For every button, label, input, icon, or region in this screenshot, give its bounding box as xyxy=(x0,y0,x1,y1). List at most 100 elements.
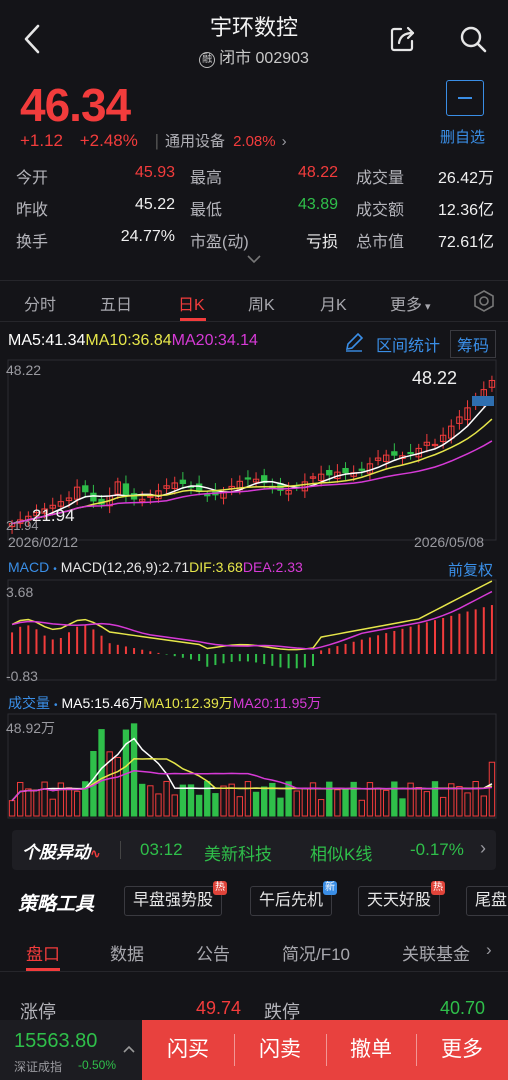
volume-bar xyxy=(33,789,40,817)
stock-alert-bar[interactable]: 个股异动∿ 03:12 美新科技 相似K线 -0.17% › xyxy=(12,830,496,870)
pencil-icon[interactable] xyxy=(344,332,364,352)
chips-button[interactable]: 筹码 xyxy=(450,330,497,358)
ma20-legend: MA20:34.14 xyxy=(171,332,258,349)
change-row: +1.12 +2.48% | 通用设备 2.08% › xyxy=(20,130,299,151)
tab-weekly-k[interactable]: 周K xyxy=(248,291,275,315)
hot-badge: 热 xyxy=(431,881,446,895)
price-change-pct: +2.48% xyxy=(79,131,138,150)
candle-body xyxy=(244,477,252,480)
candle-body xyxy=(342,467,349,474)
tab-more[interactable]: 更多 ▾ xyxy=(390,291,431,315)
chevron-up-icon xyxy=(123,1045,135,1053)
amount-label: 成交额 xyxy=(356,202,405,219)
chevron-right-icon: › xyxy=(480,838,486,858)
volume-value: 26.42万 xyxy=(437,170,494,187)
tab-orderbook[interactable]: 盘口 xyxy=(26,940,60,965)
dropdown-dot-icon: • xyxy=(53,564,57,575)
adjust-button[interactable]: 前复权 xyxy=(448,559,493,580)
volume-bar xyxy=(464,792,471,817)
amount-value: 12.36亿 xyxy=(437,202,494,219)
more-actions-button[interactable]: 更多 xyxy=(416,1020,508,1080)
vol-ma10: MA10:12.39万 xyxy=(143,695,233,711)
share-icon[interactable] xyxy=(388,24,418,54)
limit-up-value: 49.74 xyxy=(196,998,242,1018)
remove-watchlist-button[interactable]: 删自选 xyxy=(440,126,485,147)
dif-value: DIF:3.68 xyxy=(189,559,243,575)
tab-daily-k[interactable]: 日K xyxy=(178,291,205,315)
volume-bar xyxy=(195,794,203,817)
settings-icon[interactable] xyxy=(472,289,496,313)
kline-top-value: 48.22 xyxy=(6,362,42,378)
tab-monthly-k[interactable]: 月K xyxy=(320,291,347,315)
tab-related-funds[interactable]: 关联基金 xyxy=(402,940,470,965)
prev-close-value: 45.22 xyxy=(134,196,175,213)
candle-body xyxy=(326,470,333,476)
flash-sell-button[interactable]: 闪卖 xyxy=(234,1020,326,1080)
remove-watchlist-icon[interactable] xyxy=(446,80,484,116)
volume-label[interactable]: 成交量 xyxy=(8,695,50,711)
tab-five-day[interactable]: 五日 xyxy=(100,291,132,315)
kline-high-marker: 48.22 xyxy=(412,368,458,388)
price-change: +1.12 xyxy=(20,131,64,150)
macd-frame xyxy=(7,579,497,681)
divider xyxy=(120,841,121,859)
active-tab-indicator xyxy=(26,968,60,971)
tab-more-label: 更多 xyxy=(390,297,423,314)
high-label: 最高 xyxy=(190,170,223,187)
tab-profile[interactable]: 简况/F10 xyxy=(282,940,350,965)
volume-bar xyxy=(73,790,81,817)
volume-legend: 成交量 • MA5:15.46万MA10:12.39万MA20:11.95万 xyxy=(8,693,321,713)
chevron-down-icon: ▾ xyxy=(425,301,431,313)
margin-tag-icon: 融 xyxy=(199,52,216,68)
flash-buy-button[interactable]: 闪买 xyxy=(142,1020,234,1080)
alert-company: 美新科技 xyxy=(204,845,272,864)
tab-data[interactable]: 数据 xyxy=(110,940,144,965)
index-ticker[interactable]: 15563.80 深证成指 -0.50% xyxy=(0,1020,142,1080)
chevron-right-icon[interactable]: › xyxy=(486,940,492,960)
chip-label: 早盘强势股 xyxy=(133,892,214,909)
volume-bar xyxy=(204,780,211,817)
strategy-chip-afternoon[interactable]: 午后先机新 xyxy=(250,881,338,916)
index-name: 深证成指 xyxy=(14,1060,63,1074)
volume-bar xyxy=(383,789,390,817)
macd-legend: MACD • MACD(12,26,9):2.71DIF:3.68DEA:2.33 xyxy=(8,559,303,575)
tab-intraday[interactable]: 分时 xyxy=(24,291,56,315)
search-icon[interactable] xyxy=(458,24,488,54)
candle-body xyxy=(391,451,398,456)
volume-bar xyxy=(179,784,187,817)
macd-bottom-value: -0.83 xyxy=(6,668,38,684)
macd-label[interactable]: MACD xyxy=(8,559,49,575)
strategy-chip-early[interactable]: 早盘强势股热 xyxy=(124,881,228,916)
tab-announcements[interactable]: 公告 xyxy=(196,940,230,965)
volume-bar xyxy=(147,785,154,817)
volume-bar xyxy=(244,781,252,817)
strategy-chip-daily[interactable]: 天天好股热 xyxy=(358,881,446,916)
divider: | xyxy=(154,131,160,150)
volume-bar xyxy=(8,800,16,817)
dea-value: DEA:2.33 xyxy=(242,559,303,575)
header: 宇环数控 融闭市 002903 xyxy=(0,0,508,72)
expand-chevron-icon[interactable] xyxy=(246,254,262,264)
turnover-label: 换手 xyxy=(16,234,49,251)
vol-ma5: MA5:15.46万 xyxy=(61,695,144,711)
volume-bar xyxy=(301,787,309,817)
volume-bar xyxy=(293,790,300,817)
volume-bar xyxy=(456,786,463,817)
alert-brand: 个股异动∿ xyxy=(22,838,101,863)
range-stats-button[interactable]: 区间统计 xyxy=(376,332,440,356)
index-value: 15563.80 xyxy=(14,1030,98,1052)
cancel-order-button[interactable]: 撤单 xyxy=(326,1020,416,1080)
stock-name: 宇环数控 xyxy=(209,15,298,40)
volume-bar xyxy=(212,793,219,817)
strategy-tools: 策略工具 早盘强势股热 午后先机新 天天好股热 尾盘 xyxy=(0,880,508,924)
volume-bar xyxy=(98,729,105,817)
sector-pct: 2.08% xyxy=(233,133,276,150)
mcap-value: 72.61亿 xyxy=(437,234,494,251)
current-price-marker xyxy=(472,396,494,406)
last-price: 46.34 xyxy=(20,79,131,131)
volume-bar xyxy=(41,781,48,817)
sector-link[interactable]: 通用设备 xyxy=(165,133,225,150)
low-label: 最低 xyxy=(190,202,223,219)
chevron-right-icon[interactable]: › xyxy=(282,133,287,150)
strategy-chip-close[interactable]: 尾盘 xyxy=(466,886,508,916)
